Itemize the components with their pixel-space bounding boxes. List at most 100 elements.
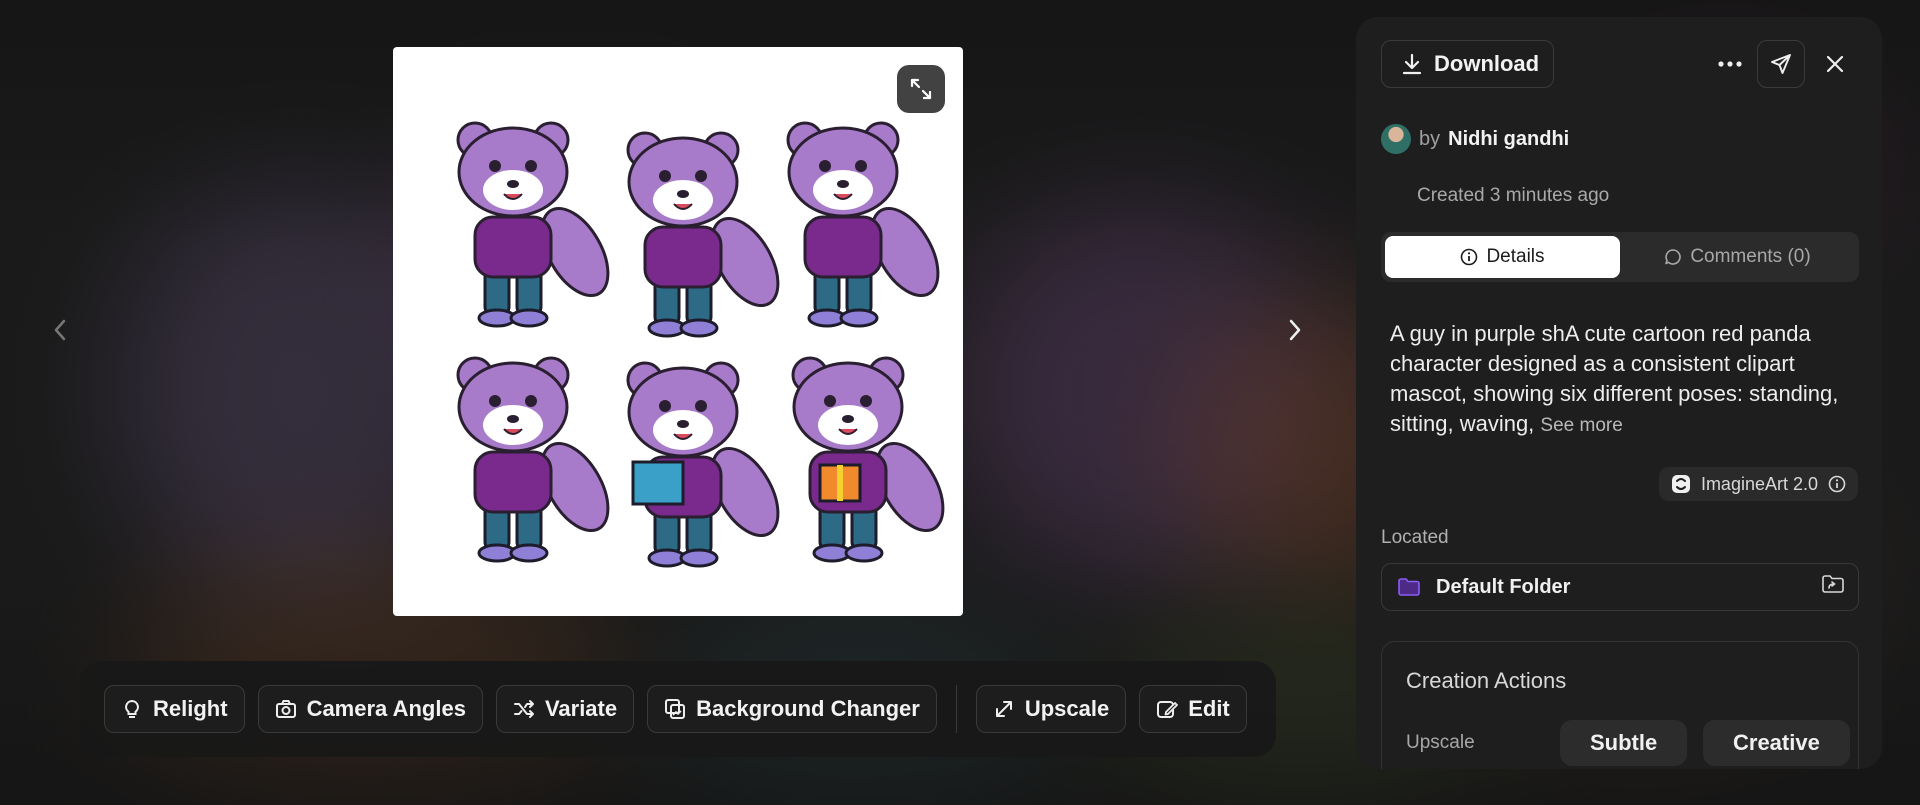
folder-row[interactable]: Default Folder [1381, 563, 1859, 611]
panda-shoe [844, 543, 884, 563]
edit-label: Edit [1188, 696, 1230, 721]
model-badge[interactable]: ImagineArt 2.0 [1658, 467, 1858, 501]
panda-eye [525, 160, 537, 172]
variate-label: Variate [544, 696, 618, 721]
panda-shoe [839, 308, 879, 328]
creation-actions-title: Creation Actions [1406, 668, 1567, 693]
variate-button[interactable]: Variate [495, 685, 635, 733]
move-folder-icon [1822, 575, 1844, 593]
upscale-row-label: Upscale [1406, 732, 1475, 753]
download-icon [1402, 53, 1422, 75]
panda-eye [860, 395, 872, 407]
panda-eye [489, 160, 501, 172]
panda-shoe [509, 543, 549, 563]
background-changer-button[interactable]: Background Changer [647, 685, 937, 733]
panda-eye [525, 395, 537, 407]
comment-icon [1665, 249, 1682, 265]
tab-details-label: Details [1486, 246, 1545, 267]
toolbar-divider [955, 685, 957, 733]
move-to-folder-button[interactable] [1822, 575, 1844, 599]
info-icon [1828, 475, 1846, 493]
model-name: ImagineArt 2.0 [1700, 473, 1818, 494]
panda-muzzle [818, 405, 878, 445]
red-panda-mascot-sheet [456, 121, 945, 568]
panda-gift-ribbon [837, 465, 843, 501]
panda-eye [489, 395, 501, 407]
panda-eye [659, 170, 671, 182]
folder-icon [1398, 578, 1420, 596]
camera-angles-button[interactable]: Camera Angles [257, 685, 483, 733]
background-changer-label: Background Changer [696, 696, 920, 721]
author-prefix: by [1419, 127, 1441, 150]
shuffle-icon [513, 698, 535, 720]
panda-muzzle [653, 180, 713, 220]
panda-shoe [679, 548, 719, 568]
previous-image-button[interactable] [45, 315, 75, 345]
expand-arrows-icon [910, 78, 932, 100]
author-name[interactable]: Nidhi gandhi [1448, 128, 1569, 151]
panda-shirt [473, 450, 553, 514]
avatar[interactable] [1381, 124, 1411, 154]
panda-shoe [509, 308, 549, 328]
tab-comments[interactable]: Comments (0) [1620, 236, 1855, 278]
panda-muzzle [483, 170, 543, 210]
created-timestamp: Created 3 minutes ago [1417, 185, 1610, 206]
upscale-arrows-icon [993, 698, 1015, 720]
creation-actions-section: Creation Actions Upscale Subtle Creative [1381, 641, 1859, 769]
bulb-icon [121, 698, 143, 720]
panda-eye [855, 160, 867, 172]
panda-eye [819, 160, 831, 172]
panda-nose [507, 415, 519, 423]
background-swap-icon [664, 698, 686, 720]
imagineart-logo-icon [1671, 475, 1690, 493]
prompt-text: A guy in purple shA cute cartoon red pan… [1390, 319, 1850, 441]
panda-nose [677, 420, 689, 428]
panda-nose [507, 180, 519, 188]
close-icon [1826, 55, 1844, 73]
relight-button[interactable]: Relight [104, 685, 245, 733]
chevron-right-icon [1289, 319, 1301, 341]
creation-toolbar: Relight Camera Angles Variate Background… [80, 661, 1276, 757]
camera-icon [275, 698, 297, 720]
see-more-link[interactable]: See more [1540, 415, 1622, 436]
edit-image-icon [1156, 698, 1179, 720]
details-tabs: Details Comments (0) [1381, 232, 1859, 282]
next-image-button[interactable] [1280, 315, 1310, 345]
located-label: Located [1381, 527, 1449, 548]
share-button[interactable] [1757, 40, 1805, 88]
tab-details[interactable]: Details [1385, 236, 1620, 278]
camera-angles-label: Camera Angles [306, 696, 466, 721]
panda-eye [659, 400, 671, 412]
edit-button[interactable]: Edit [1139, 685, 1247, 733]
details-panel: Download by Nidhi gandhi Created 3 minut… [1356, 17, 1882, 769]
author-line: by Nidhi gandhi [1381, 124, 1569, 154]
panda-shoe [679, 318, 719, 338]
generated-image [393, 47, 963, 616]
info-icon [1461, 248, 1478, 266]
ellipsis-icon [1718, 61, 1742, 67]
download-label: Download [1434, 51, 1540, 76]
upscale-label: Upscale [1024, 696, 1110, 721]
close-button[interactable] [1811, 40, 1859, 88]
panda-muzzle [813, 170, 873, 210]
panda-shirt [473, 215, 553, 279]
panda-shirt [643, 225, 723, 289]
tab-comments-label: Comments (0) [1690, 246, 1811, 267]
upscale-subtle-button[interactable]: Subtle [1560, 720, 1688, 766]
panda-shirt [803, 215, 883, 279]
panda-nose [842, 415, 854, 423]
relight-label: Relight [153, 696, 228, 721]
more-options-button[interactable] [1706, 40, 1754, 88]
download-button[interactable]: Download [1381, 40, 1554, 88]
panda-muzzle [483, 405, 543, 445]
panda-nose [677, 190, 689, 198]
panda-book [631, 460, 685, 506]
upscale-creative-button[interactable]: Creative [1703, 720, 1850, 766]
panda-muzzle [653, 410, 713, 450]
panda-nose [837, 180, 849, 188]
panda-eye [695, 400, 707, 412]
expand-button[interactable] [897, 65, 945, 113]
upscale-button[interactable]: Upscale [975, 685, 1127, 733]
folder-name: Default Folder [1436, 575, 1571, 598]
panda-eye [824, 395, 836, 407]
